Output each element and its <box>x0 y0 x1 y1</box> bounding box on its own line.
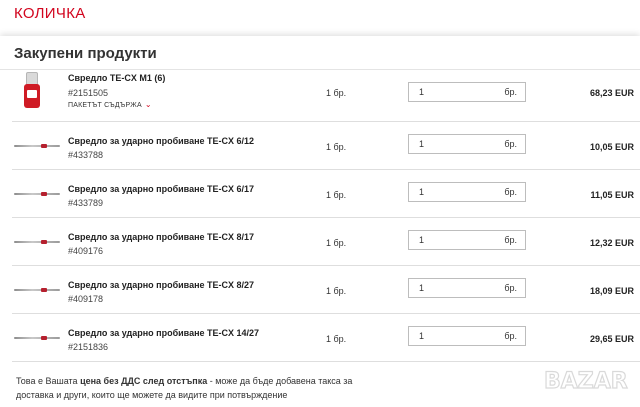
unit-label: 1 бр. <box>326 190 347 200</box>
product-price: 11,05 EUR <box>590 190 634 200</box>
quantity-input[interactable]: 1 бр. <box>408 326 526 346</box>
product-name[interactable]: Свредло за ударно пробиване TE-CX 8/27 <box>68 280 254 290</box>
product-price: 10,05 EUR <box>589 142 634 152</box>
quantity-input[interactable]: 1 бр. <box>408 134 526 154</box>
drill-bit-icon[interactable] <box>14 240 60 244</box>
purchased-products-panel: Закупени продукти Свредло TE-CX M1 (6) #… <box>0 36 640 407</box>
product-name[interactable]: Свредло за ударно пробиване TE-CX 8/17 <box>68 232 254 242</box>
unit-label: 1 бр. <box>326 238 347 248</box>
product-sku: #409176 <box>68 246 104 256</box>
price-note-bold: цена без ДДС след отстъпка <box>80 376 208 386</box>
quantity-value: 1 <box>419 139 425 149</box>
product-price: 68,23 EUR <box>589 88 634 98</box>
chevron-down-icon: ⌄ <box>144 100 152 109</box>
cart-subtitle-faded <box>58 22 62 34</box>
quantity-unit: бр. <box>504 87 517 97</box>
quantity-unit: бр. <box>504 283 517 293</box>
unit-label: 1 бр. <box>326 142 347 152</box>
product-price: 12,32 EUR <box>589 238 634 248</box>
product-row: Свредло за ударно пробиване TE-CX 8/17 #… <box>12 218 640 266</box>
unit-label: 1 бр. <box>326 286 347 296</box>
price-note-start: Това е Вашата <box>16 376 81 386</box>
quantity-value: 1 <box>419 87 425 97</box>
product-price: 18,09 EUR <box>589 286 634 296</box>
unit-label: 1 бр. <box>326 334 347 344</box>
drill-bit-icon[interactable] <box>14 144 60 148</box>
quantity-input[interactable]: 1 бр. <box>408 182 526 202</box>
product-row: Свредло за ударно пробиване TE-CX 6/17 #… <box>12 170 640 218</box>
product-name[interactable]: Свредло за ударно пробиване TE-CX 6/12 <box>68 136 254 146</box>
product-sku: #2151505 <box>68 88 109 98</box>
product-row: Свредло TE-CX M1 (6) #2151505 ПАКЕТЪТ СЪ… <box>12 70 640 122</box>
quantity-unit: бр. <box>504 235 517 245</box>
quantity-value: 1 <box>419 331 425 341</box>
quantity-input[interactable]: 1 бр. <box>408 278 526 298</box>
quantity-unit: бр. <box>504 331 517 341</box>
drill-box-icon[interactable] <box>22 72 42 110</box>
product-name[interactable]: Свредло за ударно пробиване TE-CX 14/27 <box>68 328 259 338</box>
quantity-value: 1 <box>419 283 425 293</box>
product-row: Свредло за ударно пробиване TE-CX 8/27 #… <box>12 266 640 314</box>
watermark-text: BAZAR <box>544 369 628 394</box>
cart-title: КОЛИЧКА <box>14 5 86 22</box>
package-contents-label: ПАКЕТЪТ СЪДЪРЖА <box>68 102 142 109</box>
price-note: Това е Вашата цена без ДДС след отстъпка… <box>16 374 356 402</box>
quantity-value: 1 <box>419 235 425 245</box>
product-name[interactable]: Свредло за ударно пробиване TE-CX 6/17 <box>68 184 254 194</box>
product-price: 29,65 EUR <box>589 334 634 344</box>
drill-bit-icon[interactable] <box>14 192 60 196</box>
product-name[interactable]: Свредло TE-CX M1 (6) <box>68 73 165 83</box>
product-row: Свредло за ударно пробиване TE-CX 14/27 … <box>12 314 640 362</box>
drill-bit-icon[interactable] <box>14 336 60 340</box>
section-title: Закупени продукти <box>0 36 640 70</box>
quantity-input[interactable]: 1 бр. <box>408 230 526 250</box>
drill-bit-icon[interactable] <box>14 288 60 292</box>
quantity-unit: бр. <box>504 139 517 149</box>
unit-label: 1 бр. <box>326 88 347 98</box>
bazar-watermark-logo: BAZAR <box>543 368 628 394</box>
product-row: Свредло за ударно пробиване TE-CX 6/12 #… <box>12 122 640 170</box>
package-contents-toggle[interactable]: ПАКЕТЪТ СЪДЪРЖА ⌄ <box>68 100 152 109</box>
product-sku: #433789 <box>68 198 104 208</box>
quantity-unit: бр. <box>504 187 517 197</box>
product-sku: #409178 <box>68 294 104 304</box>
product-sku: #2151836 <box>68 342 109 352</box>
product-sku: #433788 <box>68 150 104 160</box>
quantity-value: 1 <box>419 187 425 197</box>
quantity-input[interactable]: 1 бр. <box>408 82 526 102</box>
